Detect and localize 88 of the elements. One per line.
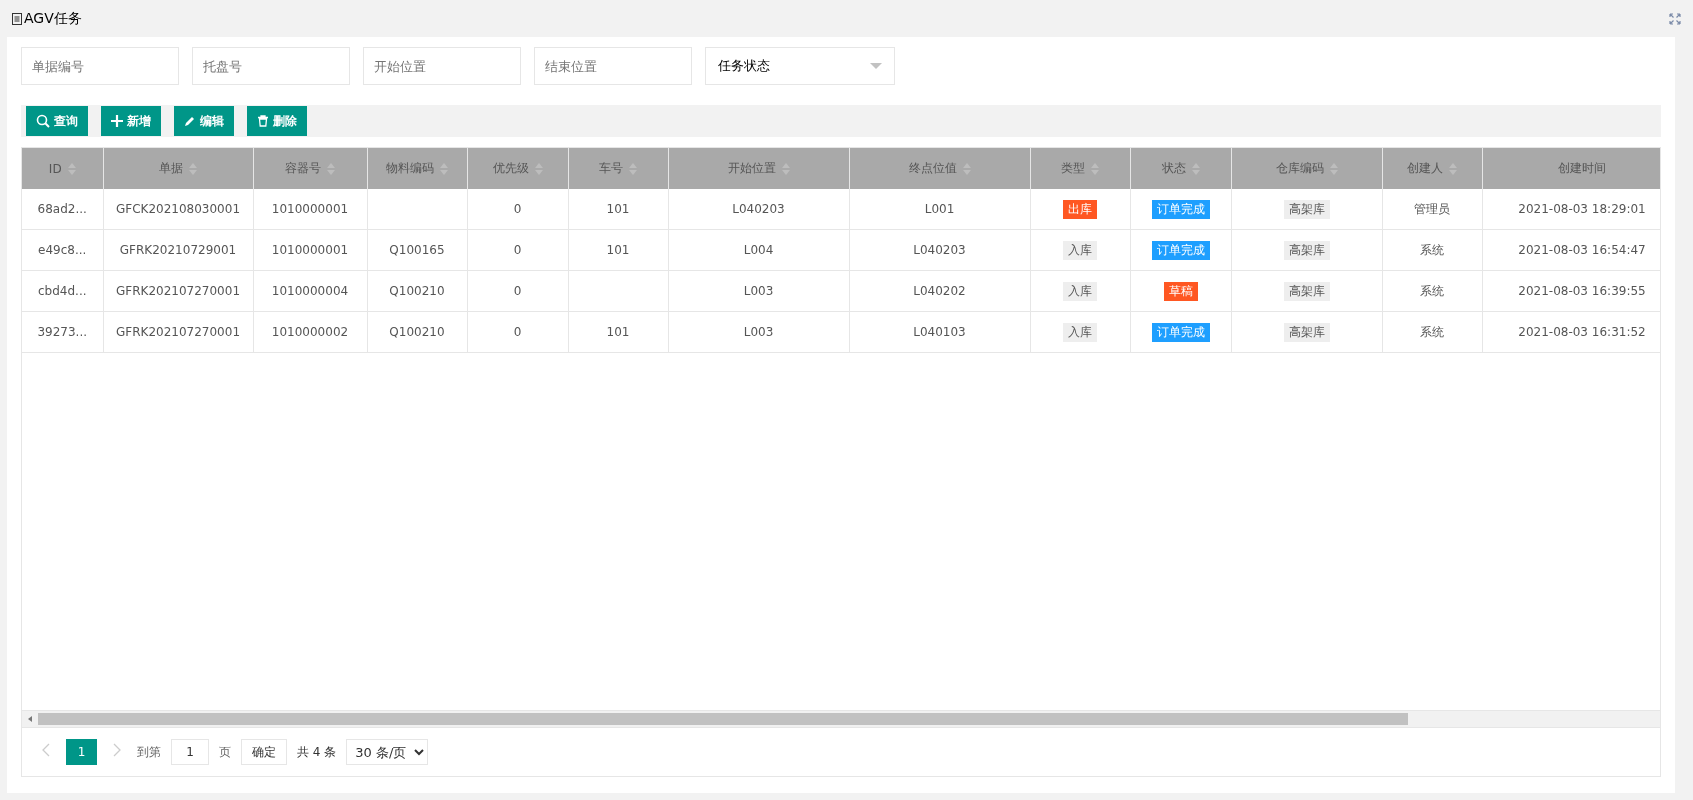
column-header[interactable]: ID [22, 148, 103, 189]
plus-icon [111, 115, 123, 127]
table-cell: 1010000001 [271, 202, 349, 216]
page-size-select[interactable]: 30 条/页 [346, 739, 429, 765]
goto-label: 到第 [137, 743, 161, 761]
status-tag: 订单完成 [1151, 199, 1210, 219]
table-cell: L001 [924, 202, 955, 216]
column-header[interactable]: 开始位置 [668, 148, 849, 189]
table-cell: Q100165 [389, 243, 445, 257]
warehouse-tag: 高架库 [1283, 199, 1330, 219]
dropdown-icon [870, 63, 882, 69]
table-cell: L004 [743, 243, 774, 257]
table-cell: 101 [606, 202, 630, 216]
table-cell: Q100210 [389, 325, 445, 339]
table-cell: 101 [606, 325, 630, 339]
table-cell: GFRK202107270001 [116, 325, 240, 339]
column-header[interactable]: 车号 [568, 148, 668, 189]
status-tag: 订单完成 [1151, 240, 1210, 260]
status-select[interactable]: 任务状态 [705, 47, 895, 85]
page-unit: 页 [219, 743, 231, 761]
warehouse-tag: 高架库 [1283, 322, 1330, 342]
column-header: 创建时间 [1482, 148, 1660, 189]
trash-icon [257, 115, 269, 127]
table-cell: L040202 [913, 284, 966, 298]
table-cell: L003 [743, 284, 774, 298]
table-cell: 0 [513, 243, 522, 257]
search-button[interactable]: 查询 [26, 106, 88, 136]
column-header[interactable]: 优先级 [467, 148, 568, 189]
page-button[interactable]: 1 [66, 739, 97, 765]
status-tag: 订单完成 [1151, 322, 1210, 342]
filter-field[interactable]: 结束位置 [534, 47, 692, 85]
table-cell: 1010000002 [271, 325, 349, 339]
table-cell: 系统 [1420, 242, 1444, 257]
column-header[interactable]: 仓库编码 [1231, 148, 1382, 189]
table-cell: L040203 [913, 243, 966, 257]
table-cell: 1010000001 [271, 243, 349, 257]
document-icon [12, 12, 22, 25]
scroll-left-icon[interactable] [26, 715, 34, 723]
column-header[interactable]: 容器号 [253, 148, 367, 189]
column-header[interactable]: 类型 [1030, 148, 1130, 189]
table-cell: 0 [513, 284, 522, 298]
table-cell: 2021-08-03 16:31:52 [1518, 325, 1646, 339]
filter-field[interactable]: 托盘号 [192, 47, 350, 85]
column-header[interactable]: 创建人 [1382, 148, 1482, 189]
table-cell: L040103 [913, 325, 966, 339]
table-cell: 101 [606, 243, 630, 257]
table-cell: 系统 [1420, 324, 1444, 339]
table-cell: GFCK202108030001 [115, 202, 241, 216]
table-cell: L003 [743, 325, 774, 339]
add-button[interactable]: 新增 [101, 106, 161, 136]
warehouse-tag: 高架库 [1283, 281, 1330, 301]
type-tag: 入库 [1063, 322, 1097, 342]
search-icon [36, 114, 50, 128]
filter-field[interactable]: 单据编号 [21, 47, 179, 85]
table-cell: Q100210 [389, 284, 445, 298]
table-cell: L040203 [732, 202, 785, 216]
table-cell: 0 [513, 202, 522, 216]
confirm-button[interactable]: 确定 [241, 739, 287, 765]
table-cell: 1010000004 [271, 284, 349, 298]
edit-button[interactable]: 编辑 [174, 106, 234, 136]
total-count: 共 4 条 [297, 743, 337, 761]
panel-title: AGV任务 [24, 9, 82, 28]
type-tag: 入库 [1063, 281, 1097, 301]
table-cell: GFRK202107270001 [116, 284, 240, 298]
table-cell: GFRK20210729001 [119, 243, 237, 257]
table-cell: 系统 [1420, 283, 1444, 298]
column-header[interactable]: 状态 [1130, 148, 1231, 189]
pencil-icon [184, 115, 196, 127]
column-header[interactable]: 物料编码 [367, 148, 467, 189]
table-cell: 68ad2... [37, 202, 87, 216]
table-cell: cbd4d... [38, 284, 87, 298]
page-input[interactable]: 1 [171, 739, 209, 765]
table-cell: 2021-08-03 16:54:47 [1518, 243, 1646, 257]
type-tag: 出库 [1063, 199, 1097, 219]
column-header[interactable]: 单据 [103, 148, 253, 189]
filter-field[interactable]: 开始位置 [363, 47, 521, 85]
fullscreen-icon[interactable] [1669, 12, 1681, 25]
table-cell: 2021-08-03 16:39:55 [1518, 284, 1646, 298]
table-cell: 39273... [37, 325, 88, 339]
table-cell: e49c8... [38, 243, 87, 257]
type-tag: 入库 [1063, 240, 1097, 260]
delete-button[interactable]: 删除 [247, 106, 307, 136]
table-cell: 0 [513, 325, 522, 339]
warehouse-tag: 高架库 [1283, 240, 1330, 260]
column-header[interactable]: 终点位值 [849, 148, 1030, 189]
status-tag: 草稿 [1163, 281, 1198, 301]
table-cell: 2021-08-03 18:29:01 [1518, 202, 1646, 216]
table-cell: 管理员 [1414, 201, 1450, 216]
